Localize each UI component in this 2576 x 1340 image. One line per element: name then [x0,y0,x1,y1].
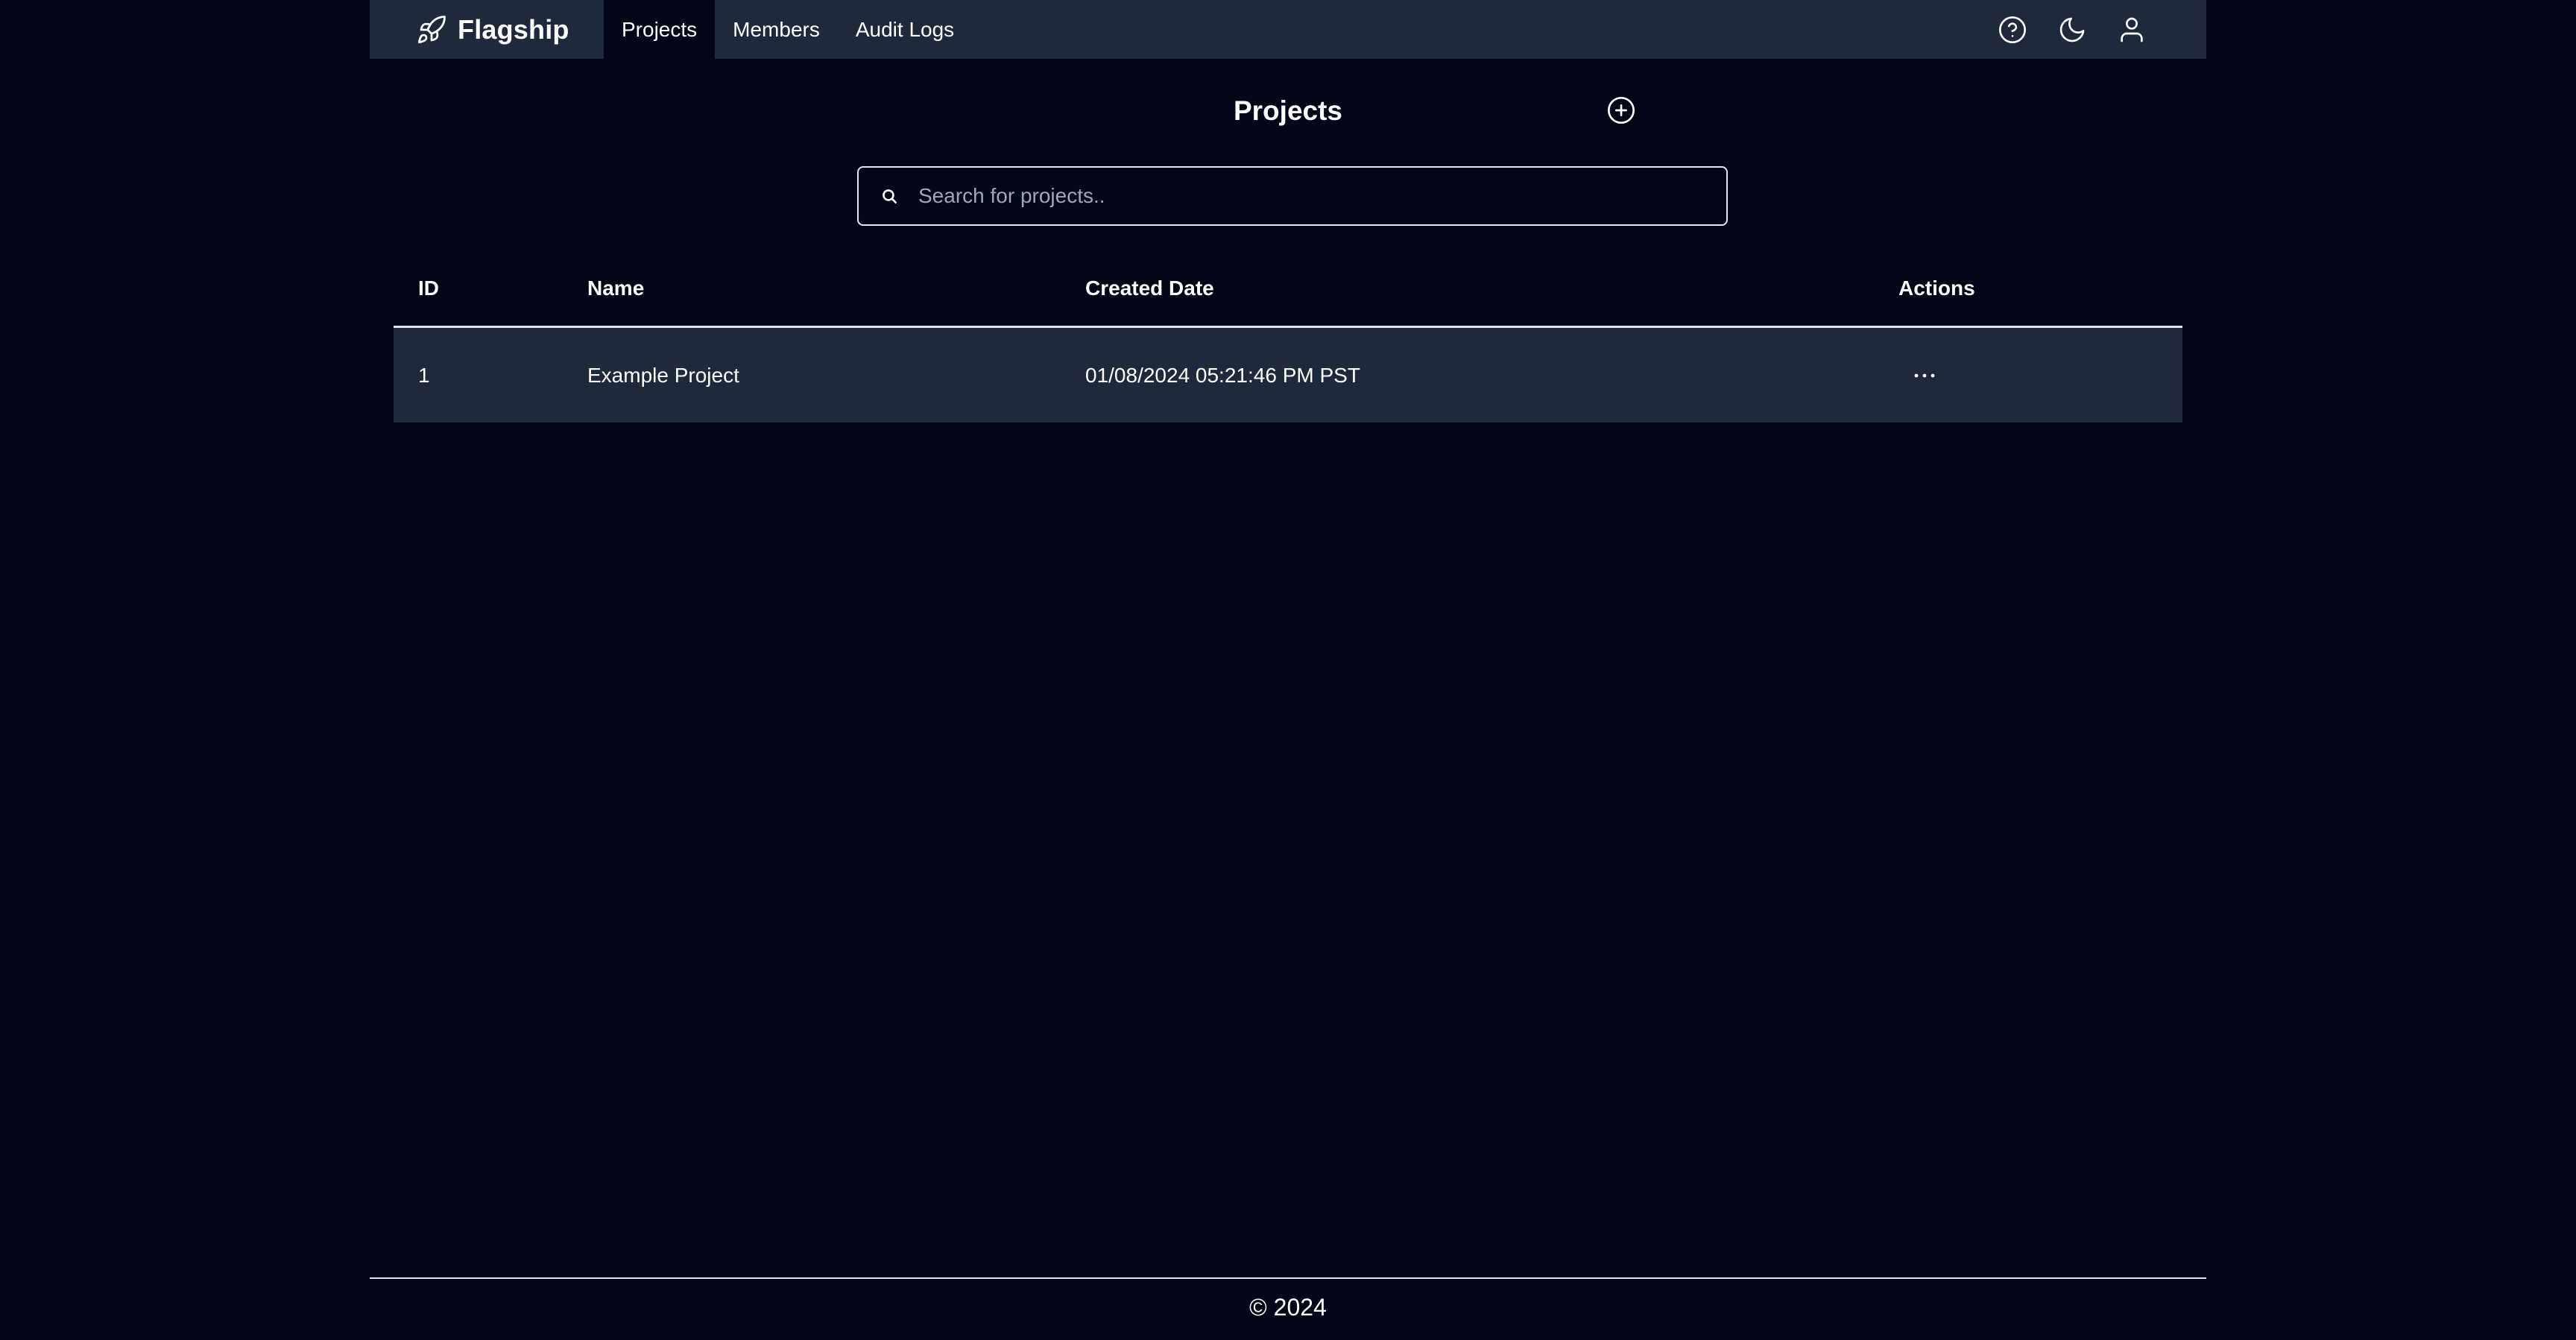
search-input[interactable] [917,183,1726,209]
brand[interactable]: Flagship [416,0,569,59]
search-icon [880,186,899,206]
moon-icon[interactable] [2057,15,2087,45]
column-header-created-date: Created Date [1085,276,1214,300]
nav-link-projects[interactable]: Projects [604,0,716,59]
nav-link-audit-logs[interactable]: Audit Logs [838,0,972,59]
column-header-id: ID [418,276,439,300]
more-horizontal-icon[interactable] [1910,362,1939,389]
page-title: Projects [1233,95,1342,126]
footer-copyright: © 2024 [1249,1294,1327,1321]
plus-circle-icon [1608,97,1635,124]
user-icon[interactable] [2117,15,2147,45]
nav-links: Projects Members Audit Logs [604,0,972,59]
table-header: ID Name Created Date Actions [394,265,2182,328]
cell-name: Example Project [587,364,739,387]
cell-id: 1 [418,364,430,387]
search-box [857,166,1728,226]
table-row[interactable]: 1 Example Project 01/08/2024 05:21:46 PM… [394,328,2182,423]
projects-table: ID Name Created Date Actions 1 Example P… [394,265,2182,423]
column-header-name: Name [587,276,645,300]
help-circle-icon[interactable] [1998,15,2027,45]
column-header-actions: Actions [1898,276,1975,300]
brand-name: Flagship [458,13,569,45]
footer-divider [370,1277,2206,1279]
nav-link-members[interactable]: Members [715,0,838,59]
add-project-button[interactable] [1606,95,1636,125]
app-container: Flagship Projects Members Audit Logs Pro… [370,0,2206,1340]
nav-icons [1998,0,2147,59]
rocket-icon [416,14,447,45]
top-navbar: Flagship Projects Members Audit Logs [370,0,2206,59]
cell-created-date: 01/08/2024 05:21:46 PM PST [1085,364,1360,387]
